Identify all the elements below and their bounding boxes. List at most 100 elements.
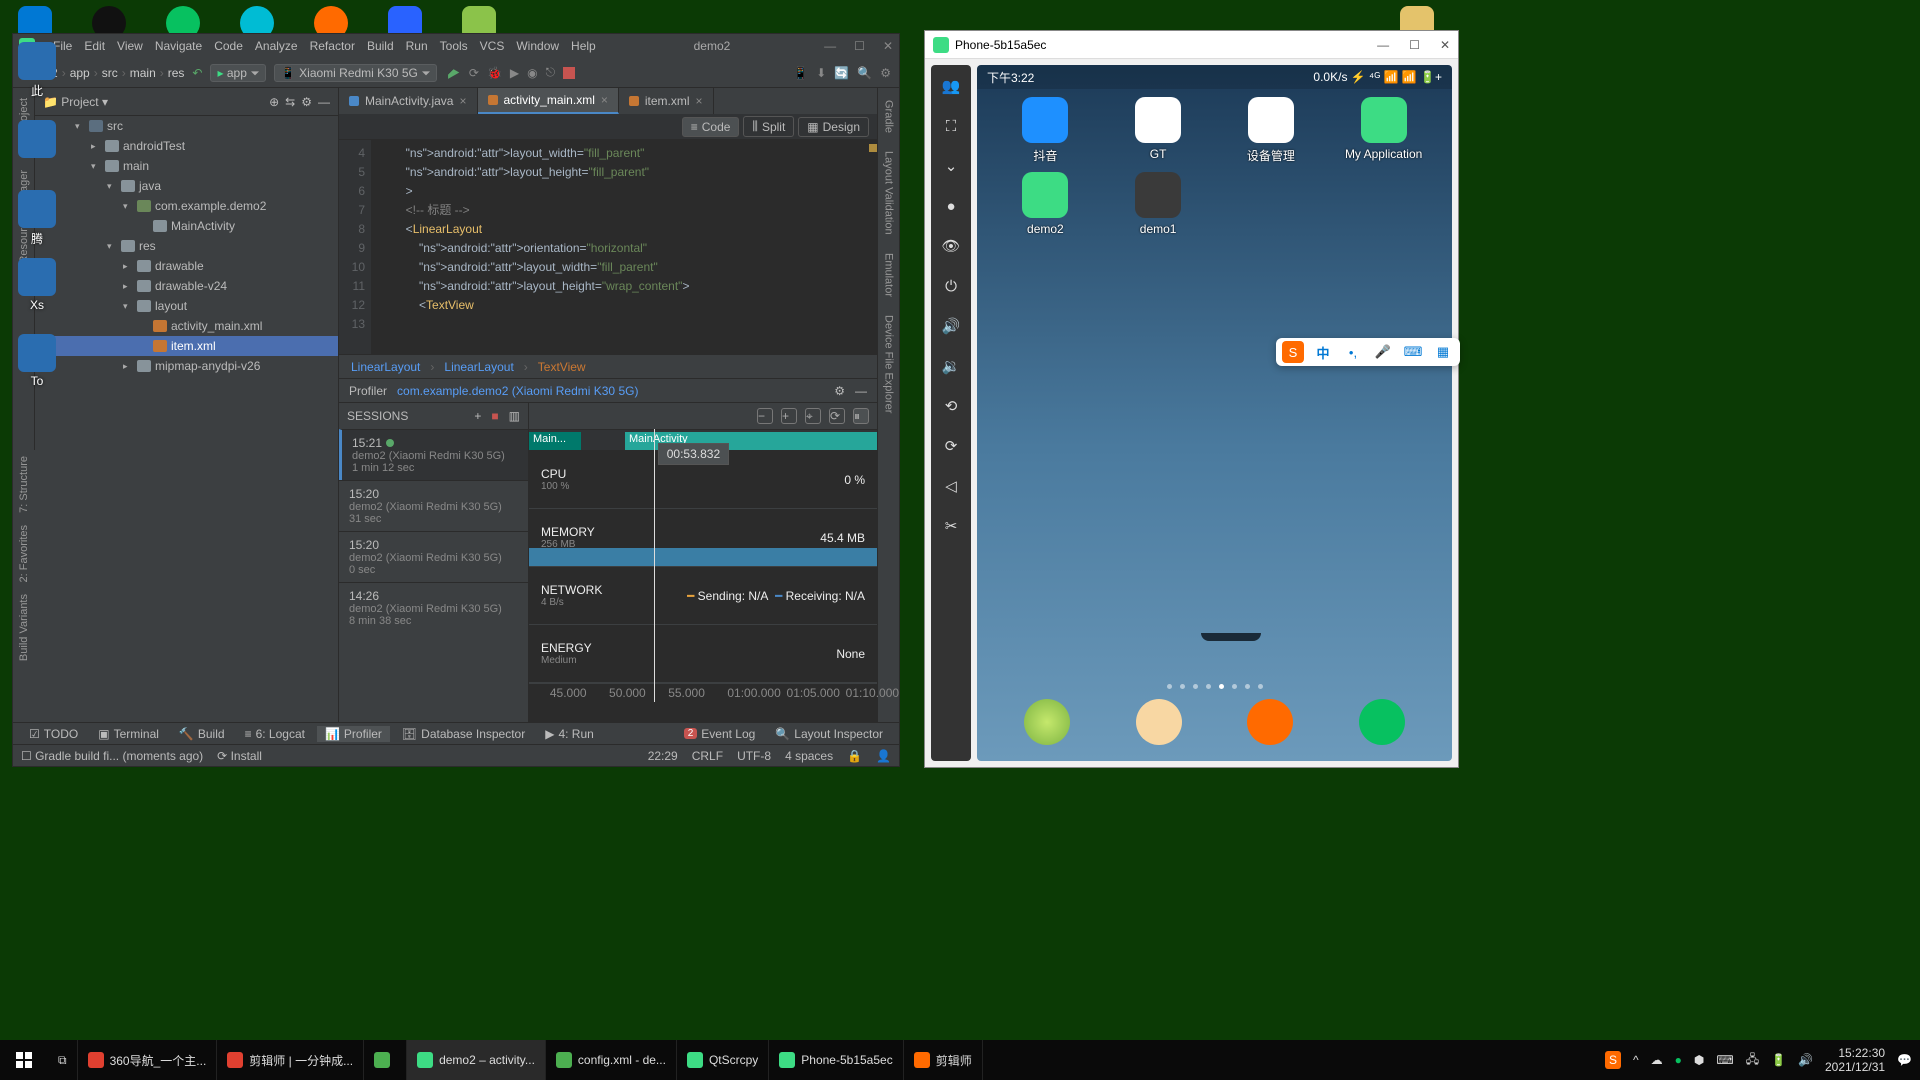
code-view-button[interactable]: ≡ Code bbox=[682, 117, 740, 137]
sdk-manager-icon[interactable]: ⬇ bbox=[816, 66, 826, 80]
close-tab-icon[interactable]: × bbox=[601, 93, 608, 107]
tray-battery-icon[interactable]: 🔋 bbox=[1771, 1053, 1786, 1067]
path-crumb[interactable]: app bbox=[70, 66, 90, 80]
editor-tab[interactable]: MainActivity.java× bbox=[339, 88, 478, 114]
favorites-tool-tab[interactable]: 2: Favorites bbox=[18, 525, 30, 582]
tray-volume-icon[interactable]: 🔊 bbox=[1798, 1053, 1813, 1067]
taskbar-app[interactable]: 360导航_一个主... bbox=[78, 1040, 218, 1080]
tree-item[interactable]: ▸mipmap-anydpi-v26 bbox=[35, 356, 338, 376]
run-tool-button[interactable]: ▶ 4: Run bbox=[537, 726, 602, 742]
device-explorer-tab[interactable]: Device File Explorer bbox=[883, 309, 895, 419]
tree-item[interactable]: ▾com.example.demo2 bbox=[35, 196, 338, 216]
emu-record-button[interactable]: ● bbox=[938, 193, 964, 219]
tree-item[interactable]: ▾main bbox=[35, 156, 338, 176]
tray-security-icon[interactable]: ⬢ bbox=[1694, 1053, 1704, 1067]
editor-tab[interactable]: activity_main.xml× bbox=[478, 88, 619, 114]
tray-onedrive-icon[interactable]: ☁ bbox=[1651, 1053, 1663, 1067]
taskbar-app[interactable]: 剪辑师 | 一分钟成... bbox=[217, 1040, 364, 1080]
inspection-icon[interactable]: 👤 bbox=[876, 749, 891, 763]
zoom-out-icon[interactable]: − bbox=[757, 408, 773, 424]
tree-item[interactable]: item.xml bbox=[35, 336, 338, 356]
menu-window[interactable]: Window bbox=[512, 37, 563, 55]
network-lane[interactable]: NETWORK4 B/s ━ Sending: N/A ━ Receiving:… bbox=[529, 567, 877, 625]
ime-lang-toggle[interactable]: 中 bbox=[1312, 341, 1334, 363]
emu-vol_up-button[interactable]: 🔊 bbox=[938, 313, 964, 339]
taskbar-clock[interactable]: 15:22:302021/12/31 bbox=[1825, 1046, 1885, 1074]
split-view-button[interactable]: ⫼ Split bbox=[743, 116, 794, 137]
tree-item[interactable]: ▾src bbox=[35, 116, 338, 136]
dock-app[interactable] bbox=[1024, 699, 1070, 745]
tree-item[interactable]: ▾layout bbox=[35, 296, 338, 316]
profile-icon[interactable]: ◉ bbox=[527, 66, 537, 80]
menu-navigate[interactable]: Navigate bbox=[151, 37, 206, 55]
collapse-icon[interactable]: ⇆ bbox=[285, 95, 295, 109]
app-icon[interactable]: demo2 bbox=[991, 172, 1100, 236]
debug-icon[interactable]: 🐞 bbox=[487, 66, 502, 80]
menu-vcs[interactable]: VCS bbox=[476, 37, 509, 55]
nav-back-icon[interactable]: ↶ bbox=[192, 66, 202, 80]
close-icon[interactable]: ✕ bbox=[883, 39, 893, 53]
layout-validation-tab[interactable]: Layout Validation bbox=[883, 145, 895, 241]
gradle-tool-tab[interactable]: Gradle bbox=[883, 94, 895, 139]
profiler-target[interactable]: com.example.demo2 (Xiaomi Redmi K30 5G) bbox=[397, 384, 638, 398]
emu-group-button[interactable]: 👥 bbox=[938, 73, 964, 99]
code-editor[interactable]: 45678910111213 "ns">android:"attr">layou… bbox=[339, 140, 877, 354]
tree-item[interactable]: ▾java bbox=[35, 176, 338, 196]
taskbar-app[interactable]: 剪辑师 bbox=[904, 1040, 983, 1080]
path-crumb[interactable]: main bbox=[130, 66, 156, 80]
emulator-tool-tab[interactable]: Emulator bbox=[883, 247, 895, 303]
run-config-selector[interactable]: ▸ app bbox=[210, 64, 265, 82]
tray-network-icon[interactable]: 🖧 bbox=[1746, 1050, 1759, 1071]
close-tab-icon[interactable]: × bbox=[696, 94, 703, 108]
app-icon[interactable]: 抖音 bbox=[991, 97, 1100, 164]
profiler-tool-button[interactable]: 📊 Profiler bbox=[317, 726, 390, 742]
menu-help[interactable]: Help bbox=[567, 37, 600, 55]
ime-logo-icon[interactable]: S bbox=[1282, 341, 1304, 363]
emu-camera-button[interactable]: ✂ bbox=[938, 513, 964, 539]
settings-icon[interactable]: ⚙ bbox=[880, 66, 891, 80]
desktop-icon[interactable] bbox=[2, 120, 72, 160]
taskbar-app[interactable]: config.xml - de... bbox=[546, 1040, 677, 1080]
timeline-cursor[interactable] bbox=[654, 429, 655, 702]
emu-back-button[interactable]: ◁ bbox=[938, 473, 964, 499]
breadcrumb-item[interactable]: TextView bbox=[538, 360, 586, 374]
tree-item[interactable]: activity_main.xml bbox=[35, 316, 338, 336]
ime-toolbar[interactable]: S 中 •, 🎤 ⌨ ▦ bbox=[1276, 338, 1460, 366]
ime-keyboard-icon[interactable]: ⌨ bbox=[1402, 341, 1424, 363]
app-icon[interactable]: GT bbox=[1104, 97, 1213, 164]
emu-visibility-button[interactable]: 👁 bbox=[938, 233, 964, 259]
device-screen[interactable]: 下午3:22 0.0K/s ⚡ ⁴ᴳ 📶 📶 🔋+ 抖音GT设备管理My App… bbox=[977, 65, 1452, 761]
terminal-tool-button[interactable]: ▣ Terminal bbox=[90, 726, 167, 742]
tree-item[interactable]: ▸androidTest bbox=[35, 136, 338, 156]
emulator-titlebar[interactable]: Phone-5b15a5ec — ☐ ✕ bbox=[925, 31, 1458, 59]
taskbar-app[interactable]: demo2 – activity... bbox=[407, 1040, 546, 1080]
desktop-icon[interactable]: Xs bbox=[2, 258, 72, 312]
emu-more-button[interactable]: ⌄ bbox=[938, 153, 964, 179]
breadcrumb-item[interactable]: LinearLayout bbox=[444, 360, 513, 374]
memory-lane[interactable]: MEMORY256 MB 45.4 MB bbox=[529, 509, 877, 567]
todo-tool-button[interactable]: ☑ TODO bbox=[21, 726, 86, 742]
hide-icon[interactable]: — bbox=[855, 384, 867, 398]
zoom-reset-icon[interactable]: ⌖ bbox=[805, 408, 821, 424]
ime-punct-icon[interactable]: •, bbox=[1342, 341, 1364, 363]
app-icon[interactable]: demo1 bbox=[1104, 172, 1213, 236]
build-tool-button[interactable]: 🔨 Build bbox=[171, 726, 233, 742]
stop-button[interactable] bbox=[563, 67, 575, 79]
path-crumb[interactable]: src bbox=[102, 66, 118, 80]
minimize-icon[interactable]: — bbox=[824, 39, 836, 53]
energy-lane[interactable]: ENERGYMedium None bbox=[529, 625, 877, 683]
design-view-button[interactable]: ▦ Design bbox=[798, 117, 869, 137]
start-button[interactable] bbox=[0, 1040, 48, 1080]
profiler-session[interactable]: 15:21demo2 (Xiaomi Redmi K30 5G)1 min 12… bbox=[339, 429, 528, 480]
page-indicator[interactable] bbox=[977, 684, 1452, 689]
tree-item[interactable]: ▸drawable bbox=[35, 256, 338, 276]
project-tree[interactable]: ▾src▸androidTest▾main▾java▾com.example.d… bbox=[35, 116, 338, 722]
lock-icon[interactable]: 🔒 bbox=[847, 749, 862, 763]
tree-item[interactable]: ▸drawable-v24 bbox=[35, 276, 338, 296]
avd-manager-icon[interactable]: 📱 bbox=[793, 66, 808, 80]
pause-icon[interactable]: ⏸ bbox=[853, 408, 869, 424]
task-view-button[interactable]: ⧉ bbox=[48, 1040, 78, 1080]
close-tab-icon[interactable]: × bbox=[459, 94, 466, 108]
emu-rotate_r-button[interactable]: ⟳ bbox=[938, 433, 964, 459]
tray-sogou-icon[interactable]: S bbox=[1605, 1051, 1621, 1069]
